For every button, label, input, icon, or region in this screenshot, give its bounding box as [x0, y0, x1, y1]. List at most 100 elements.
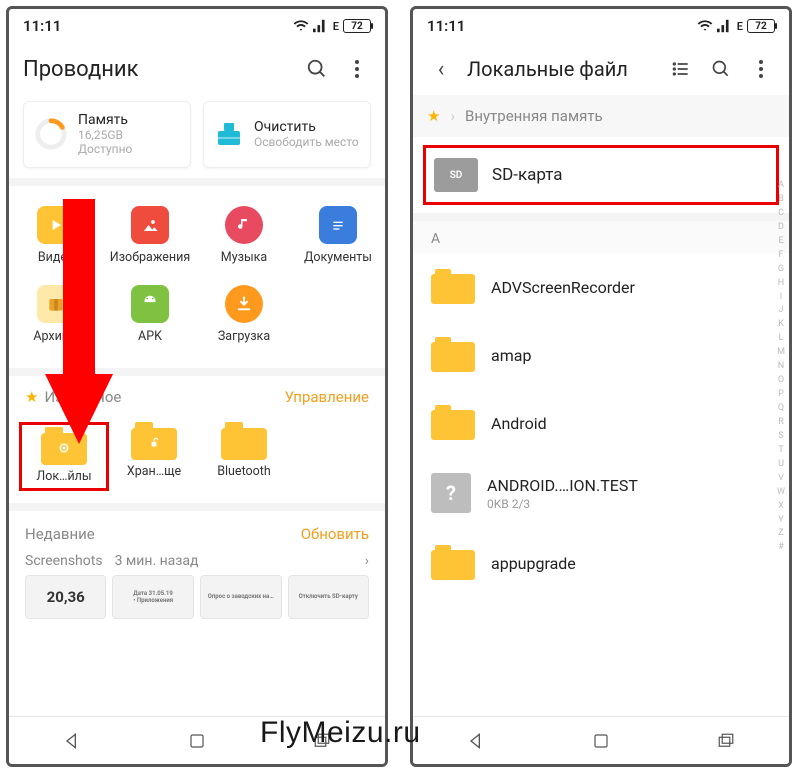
star-icon: ★: [25, 388, 38, 406]
file-name: ADVScreenRecorder: [491, 278, 635, 297]
watermark: FlyMeizu.ru: [260, 716, 421, 750]
file-row[interactable]: ADVScreenRecorder: [413, 253, 789, 321]
header-right: ‹ Локальные файл: [413, 43, 789, 95]
system-nav: [413, 716, 789, 764]
cat-music[interactable]: Музыка: [197, 196, 291, 275]
doc-icon: [319, 206, 357, 244]
unknown-file-icon: ?: [431, 473, 471, 513]
archive-icon: [37, 285, 75, 323]
phone-left: 11:11 E 72 Проводник Память 16,25GB Дост…: [6, 6, 388, 767]
file-sub: 0KB 2/3: [487, 497, 638, 511]
phone-right: 11:11 E 72 ‹ Локальные файл ★ › Внутренн…: [410, 6, 792, 767]
file-row[interactable]: Android: [413, 389, 789, 457]
file-name: Android: [491, 414, 547, 433]
memory-size: 16,25GB: [78, 128, 132, 142]
cat-download[interactable]: Загрузка: [197, 275, 291, 354]
status-time: 11:11: [23, 17, 61, 35]
music-icon: [225, 206, 263, 244]
file-row[interactable]: amap: [413, 321, 789, 389]
folder-icon: [131, 422, 177, 460]
cat-label: APK: [138, 329, 162, 344]
more-icon[interactable]: [747, 55, 775, 83]
status-bar: 11:11 E 72: [413, 9, 789, 43]
folder-storage[interactable]: Хран…ще: [109, 422, 199, 491]
recent-label: Недавние: [25, 525, 301, 543]
nav-recent[interactable]: [712, 727, 740, 755]
signal-icon: [313, 19, 329, 33]
folder-label: Хран…ще: [127, 464, 181, 479]
file-row[interactable]: appupgrade: [413, 529, 789, 597]
search-icon[interactable]: [707, 55, 735, 83]
battery-icon: 72: [747, 19, 775, 33]
thumb[interactable]: Отключить SD-карту: [288, 575, 370, 619]
app-title: Проводник: [23, 57, 291, 82]
star-icon: ★: [427, 107, 440, 125]
file-row[interactable]: ? ANDROID.…ION.TEST 0KB 2/3: [413, 457, 789, 529]
screenshot-thumbs: 20,36 Дата 31.05.19• Приложения Опрос о …: [9, 575, 385, 619]
nav-back[interactable]: [58, 727, 86, 755]
folder-icon: [431, 337, 475, 373]
cat-label: Музыка: [221, 250, 267, 265]
memory-card[interactable]: Память 16,25GB Доступно: [23, 101, 191, 168]
cat-apk[interactable]: APK: [103, 275, 197, 354]
clean-label: Очистить: [254, 119, 359, 135]
cat-documents[interactable]: Документы: [291, 196, 385, 275]
image-icon: [131, 206, 169, 244]
folder-icon: [431, 545, 475, 581]
cat-empty: [291, 275, 385, 354]
cat-archives[interactable]: Архивы: [9, 275, 103, 354]
cat-video[interactable]: Видео: [9, 196, 103, 275]
fav-manage-link[interactable]: Управление: [285, 388, 369, 406]
status-cards: Память 16,25GB Доступно Очистить Освобод…: [9, 95, 385, 178]
screenshots-label: Screenshots: [25, 553, 103, 569]
page-title: Локальные файл: [467, 57, 655, 81]
categories-grid: Видео Изображения Музыка Документы Архив…: [9, 178, 385, 376]
folder-label: Bluetooth: [217, 464, 271, 479]
recent-update-link[interactable]: Обновить: [301, 525, 369, 543]
cat-label: Архивы: [33, 329, 78, 344]
cat-images[interactable]: Изображения: [103, 196, 197, 275]
chevron-right-icon: ›: [365, 553, 369, 569]
clean-sub: Освободить место: [254, 135, 359, 149]
breadcrumb[interactable]: ★ › Внутренняя память: [413, 95, 789, 137]
video-icon: [37, 206, 75, 244]
nav-back[interactable]: [462, 727, 490, 755]
folder-icon: [431, 269, 475, 305]
cat-label: Видео: [38, 250, 74, 265]
favorites-header: ★ Избранное Управление: [9, 376, 385, 418]
header-left: Проводник: [9, 43, 385, 95]
screenshots-row[interactable]: Screenshots 3 мин. назад ›: [9, 553, 385, 575]
cat-label: Загрузка: [218, 329, 270, 344]
search-icon[interactable]: [303, 55, 331, 83]
back-icon[interactable]: ‹: [427, 55, 455, 83]
status-time: 11:11: [427, 17, 465, 35]
fav-label: Избранное: [44, 388, 284, 406]
folder-label: Лок…йлы: [36, 469, 91, 484]
nav-home[interactable]: [183, 727, 211, 755]
cat-label: Документы: [304, 250, 372, 265]
clean-icon: [214, 119, 244, 149]
signal-label: E: [737, 20, 743, 33]
sd-label: SD-карта: [492, 165, 563, 185]
file-name: amap: [491, 346, 531, 365]
sd-card-row[interactable]: SD SD-карта: [423, 145, 779, 205]
nav-home[interactable]: [587, 727, 615, 755]
fav-folders: Лок…йлы Хран…ще Bluetooth: [9, 418, 385, 503]
alpha-index[interactable]: ABCDEFGHIJKLMNOPQRSTUVWXYZ#: [777, 179, 785, 555]
battery-icon: 72: [343, 19, 371, 33]
thumb[interactable]: Дата 31.05.19• Приложения: [112, 575, 194, 619]
folder-bluetooth[interactable]: Bluetooth: [199, 422, 289, 491]
wifi-icon: [293, 19, 309, 33]
folder-local-files[interactable]: Лок…йлы: [19, 422, 109, 491]
thumb[interactable]: Опрос о заводских на…: [200, 575, 282, 619]
list-view-icon[interactable]: [667, 55, 695, 83]
thumb[interactable]: 20,36: [25, 575, 106, 619]
file-name: appupgrade: [491, 554, 576, 573]
more-icon[interactable]: [343, 55, 371, 83]
memory-label: Память: [78, 112, 132, 128]
screenshots-ago: 3 мин. назад: [115, 553, 199, 569]
status-bar: 11:11 E 72: [9, 9, 385, 43]
folder-icon: [431, 405, 475, 441]
section-header: A: [413, 221, 789, 253]
clean-card[interactable]: Очистить Освободить место: [203, 101, 371, 168]
